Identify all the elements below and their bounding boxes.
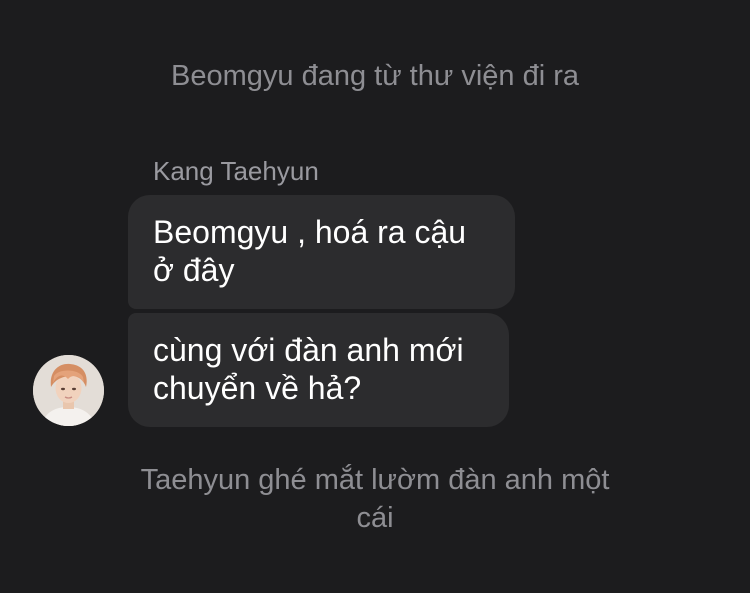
- message-2-line-2: chuyển về hả?: [153, 370, 362, 406]
- sender-name: Kang Taehyun: [153, 156, 319, 186]
- message-2-line-1: cùng với đàn anh mới: [153, 332, 464, 368]
- sender-avatar[interactable]: [33, 355, 104, 426]
- narration-note-top: Beomgyu đang từ thư viện đi ra: [171, 60, 579, 92]
- message-1-line-1: Beomgyu , hoá ra cậu: [153, 214, 467, 250]
- message-bubble-2[interactable]: cùng với đàn anh mới chuyển về hả?: [128, 313, 509, 427]
- message-bubble-1[interactable]: Beomgyu , hoá ra cậu ở đây: [128, 195, 515, 309]
- message-1-line-2: ở đây: [153, 252, 235, 288]
- narration-note-bottom: Taehyun ghé mắt lườm đàn anh một cái: [140, 464, 610, 534]
- avatar-portrait-icon: [33, 355, 104, 426]
